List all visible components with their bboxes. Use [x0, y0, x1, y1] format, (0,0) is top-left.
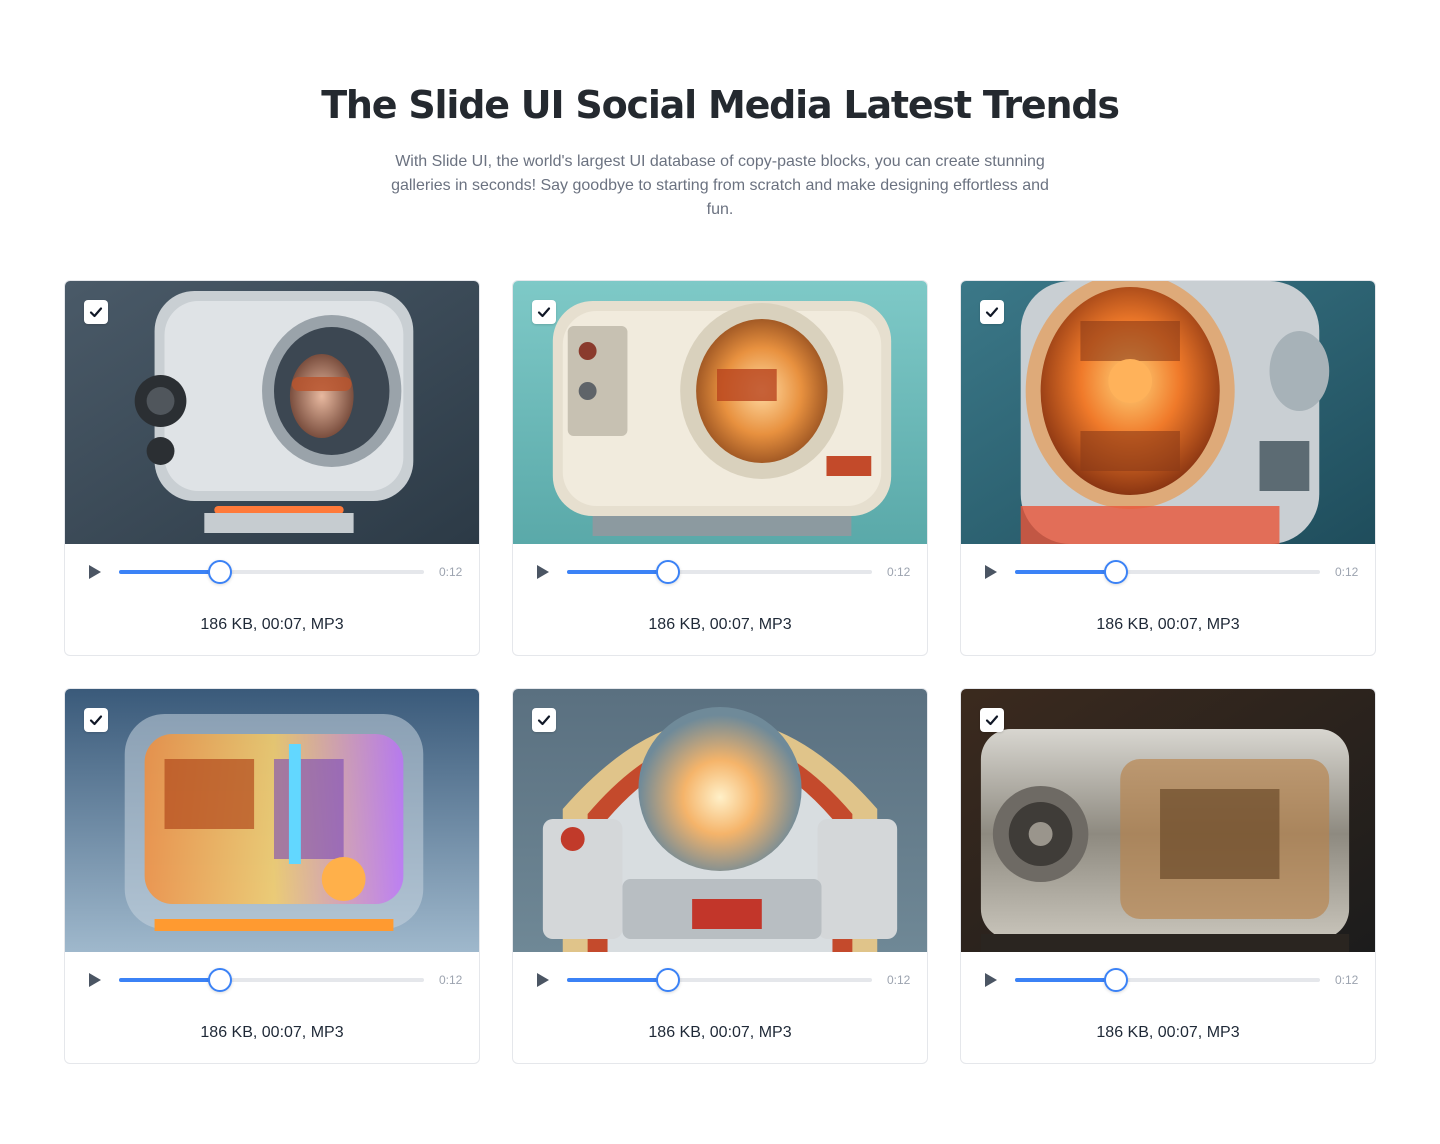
- select-checkbox[interactable]: [532, 300, 556, 324]
- audio-card: 0:12 186 KB, 00:07, MP3: [960, 280, 1376, 656]
- file-meta: 186 KB, 00:07, MP3: [1096, 1024, 1240, 1041]
- hero: The Slide UI Social Media Latest Trends …: [0, 0, 1440, 222]
- file-meta: 186 KB, 00:07, MP3: [200, 616, 344, 633]
- play-button[interactable]: [87, 972, 103, 988]
- check-icon: [985, 715, 999, 726]
- progress-fill: [119, 570, 220, 574]
- check-icon: [89, 715, 103, 726]
- duration-label: 0:12: [1335, 973, 1359, 987]
- audio-card: 0:12 186 KB, 00:07, MP3: [960, 688, 1376, 1064]
- audio-player: 0:12: [513, 544, 927, 600]
- audio-card: 0:12 186 KB, 00:07, MP3: [512, 280, 928, 656]
- play-button[interactable]: [87, 564, 103, 580]
- progress-slider[interactable]: [1015, 968, 1320, 992]
- progress-fill: [567, 570, 668, 574]
- progress-slider[interactable]: [567, 560, 872, 584]
- play-button[interactable]: [983, 564, 999, 580]
- check-icon: [89, 307, 103, 318]
- slider-handle[interactable]: [655, 560, 680, 584]
- play-button[interactable]: [983, 972, 999, 988]
- play-icon: [537, 565, 549, 579]
- progress-slider[interactable]: [567, 968, 872, 992]
- play-button[interactable]: [535, 564, 551, 580]
- select-checkbox[interactable]: [84, 300, 108, 324]
- check-icon: [985, 307, 999, 318]
- progress-fill: [1015, 978, 1116, 982]
- progress-fill: [567, 978, 668, 982]
- audio-player: 0:12: [65, 544, 479, 600]
- audio-card: 0:12 186 KB, 00:07, MP3: [64, 280, 480, 656]
- progress-slider[interactable]: [119, 968, 424, 992]
- card-image: [65, 689, 479, 952]
- select-checkbox[interactable]: [84, 708, 108, 732]
- play-icon: [89, 565, 101, 579]
- page-description: With Slide UI, the world's largest UI da…: [391, 153, 1049, 218]
- check-icon: [537, 715, 551, 726]
- slider-handle[interactable]: [1103, 968, 1128, 992]
- page: The Slide UI Social Media Latest Trends …: [0, 0, 1440, 1144]
- page-title: The Slide UI Social Media Latest Trends: [321, 83, 1120, 127]
- play-icon: [89, 973, 101, 987]
- duration-label: 0:12: [439, 565, 463, 579]
- audio-card: 0:12 186 KB, 00:07, MP3: [64, 688, 480, 1064]
- slider-handle[interactable]: [1103, 560, 1128, 584]
- select-checkbox[interactable]: [980, 708, 1004, 732]
- card-image: [961, 689, 1375, 952]
- card-image: [513, 281, 927, 544]
- select-checkbox[interactable]: [532, 708, 556, 732]
- duration-label: 0:12: [439, 973, 463, 987]
- play-icon: [985, 973, 997, 987]
- file-meta: 186 KB, 00:07, MP3: [648, 1024, 792, 1041]
- progress-fill: [119, 978, 220, 982]
- slider-handle[interactable]: [207, 968, 232, 992]
- progress-fill: [1015, 570, 1116, 574]
- progress-slider[interactable]: [1015, 560, 1320, 584]
- audio-player: 0:12: [513, 952, 927, 1008]
- duration-label: 0:12: [887, 973, 911, 987]
- card-image: [961, 281, 1375, 544]
- audio-player: 0:12: [961, 544, 1375, 600]
- duration-label: 0:12: [887, 565, 911, 579]
- card-image: [65, 281, 479, 544]
- file-meta: 186 KB, 00:07, MP3: [648, 616, 792, 633]
- audio-card: 0:12 186 KB, 00:07, MP3: [512, 688, 928, 1064]
- file-meta: 186 KB, 00:07, MP3: [1096, 616, 1240, 633]
- duration-label: 0:12: [1335, 565, 1359, 579]
- file-meta: 186 KB, 00:07, MP3: [200, 1024, 344, 1041]
- slider-handle[interactable]: [655, 968, 680, 992]
- slider-handle[interactable]: [207, 560, 232, 584]
- card-image: [513, 689, 927, 952]
- play-icon: [985, 565, 997, 579]
- check-icon: [537, 307, 551, 318]
- audio-player: 0:12: [65, 952, 479, 1008]
- progress-slider[interactable]: [119, 560, 424, 584]
- select-checkbox[interactable]: [980, 300, 1004, 324]
- play-icon: [537, 973, 549, 987]
- audio-gallery-grid: 0:12 186 KB, 00:07, MP3 0:12 186 KB, 00:…: [64, 280, 1376, 1064]
- audio-player: 0:12: [961, 952, 1375, 1008]
- play-button[interactable]: [535, 972, 551, 988]
